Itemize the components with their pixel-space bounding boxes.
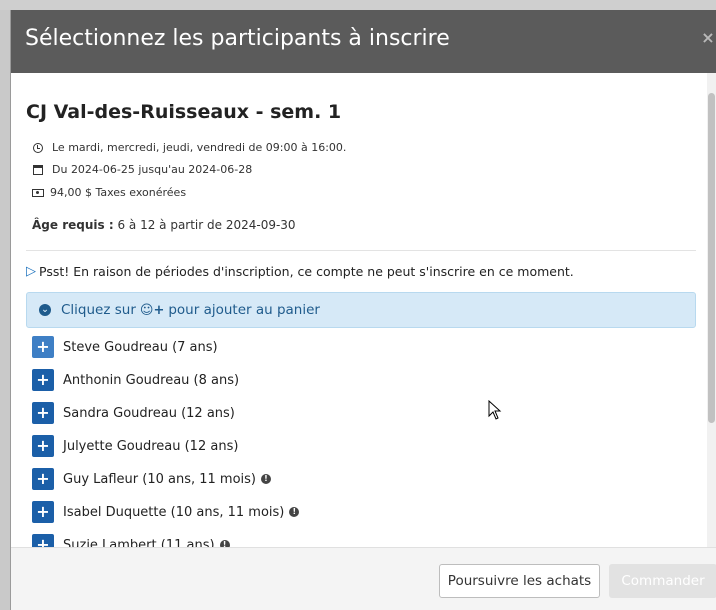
participant-row: + Anthonin Goudreau (8 ans) [32, 369, 239, 391]
dates-line: Du 2024-06-25 jusqu'au 2024-06-28 [32, 163, 252, 176]
participant-name: Suzie Lambert (11 ans) [63, 537, 215, 548]
circle-down-icon: ⌄ [39, 304, 51, 316]
add-participant-button[interactable]: + [32, 369, 54, 391]
scrollbar-thumb[interactable] [708, 93, 715, 423]
participant-row: + Steve Goudreau (7 ans) [32, 336, 218, 358]
info-icon[interactable]: ! [289, 507, 300, 517]
participant-name: Julyette Goudreau (12 ans) [63, 438, 239, 454]
participant-name: Isabel Duquette (10 ans, 11 mois) [63, 504, 285, 520]
age-value: 6 à 12 à partir de 2024-09-30 [117, 218, 296, 232]
activity-title: CJ Val-des-Ruisseaux - sem. 1 [26, 101, 342, 123]
section-divider [26, 250, 696, 251]
participant-row: + Suzie Lambert (11 ans) ! [32, 534, 230, 547]
notice-text: Psst! En raison de périodes d'inscriptio… [39, 264, 574, 279]
add-participant-button[interactable]: + [32, 534, 54, 547]
age-requirement: Âge requis : 6 à 12 à partir de 2024-09-… [32, 218, 296, 232]
participant-name: Guy Lafleur (10 ans, 11 mois) [63, 471, 256, 487]
registration-notice: ◁ Psst! En raison de périodes d'inscript… [26, 264, 574, 279]
add-participant-button[interactable]: + [32, 468, 54, 490]
price-text: 94,00 $ Taxes exonérées [50, 186, 187, 199]
info-icon[interactable]: ! [219, 540, 230, 547]
add-participant-button[interactable]: + [32, 435, 54, 457]
schedule-line: Le mardi, mercredi, jeudi, vendredi de 0… [32, 141, 346, 154]
add-participant-button[interactable]: + [32, 336, 54, 358]
price-line: 94,00 $ Taxes exonérées [32, 186, 186, 199]
schedule-text: Le mardi, mercredi, jeudi, vendredi de 0… [52, 141, 347, 154]
age-label: Âge requis : [32, 218, 114, 232]
money-icon [32, 187, 44, 199]
participant-row: + Julyette Goudreau (12 ans) [32, 435, 238, 457]
continue-shopping-button[interactable]: Poursuivre les achats [439, 564, 600, 598]
close-button[interactable]: × [701, 28, 715, 47]
clock-icon [32, 142, 44, 154]
page-backdrop [0, 0, 716, 10]
modal-body[interactable]: CJ Val-des-Ruisseaux - sem. 1 Le mardi, … [11, 73, 716, 547]
participant-name: Sandra Goudreau (12 ans) [63, 405, 235, 421]
modal-title: Sélectionnez les participants à inscrire [25, 26, 450, 51]
bullhorn-icon: ◁ [26, 264, 36, 279]
registration-modal: Sélectionnez les participants à inscrire… [10, 10, 716, 610]
add-to-cart-hint: ⌄ Cliquez sur ☺+ pour ajouter au panier [26, 292, 696, 328]
add-participant-button[interactable]: + [32, 402, 54, 424]
participant-row: + Sandra Goudreau (12 ans) [32, 402, 235, 424]
participant-row: + Guy Lafleur (10 ans, 11 mois) ! [32, 468, 271, 490]
order-button[interactable]: Commander [609, 564, 716, 598]
calendar-icon [32, 164, 44, 176]
add-participant-button[interactable]: + [32, 501, 54, 523]
mouse-cursor-icon [488, 400, 502, 420]
hint-suffix: pour ajouter au panier [168, 302, 320, 318]
hint-prefix: Cliquez sur [61, 302, 136, 318]
participant-row: + Isabel Duquette (10 ans, 11 mois) ! [32, 501, 300, 523]
participant-name: Anthonin Goudreau (8 ans) [63, 372, 240, 388]
participant-name: Steve Goudreau (7 ans) [63, 339, 218, 355]
dates-text: Du 2024-06-25 jusqu'au 2024-06-28 [52, 163, 253, 176]
info-icon[interactable]: ! [261, 474, 271, 484]
user-plus-icon: ☺+ [139, 302, 165, 318]
modal-header: Sélectionnez les participants à inscrire… [11, 10, 716, 73]
modal-footer: Poursuivre les achats Commander [11, 547, 716, 610]
